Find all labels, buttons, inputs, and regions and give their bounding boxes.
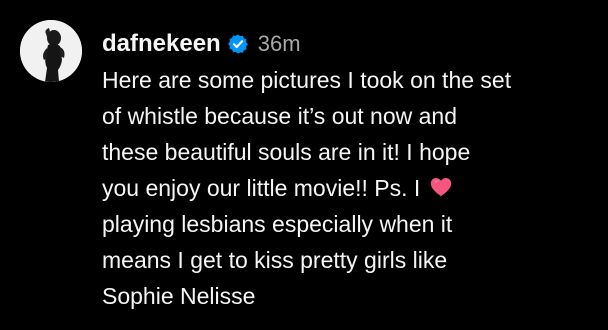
- caption-line: Sophie Nelisse: [102, 283, 256, 309]
- caption-line: these beautiful souls are in it! I hope: [102, 139, 471, 165]
- avatar-photo: [20, 20, 82, 82]
- caption-text: Here are some pictures I took on the set…: [102, 62, 594, 314]
- caption-line: Here are some pictures I took on the set: [102, 67, 512, 93]
- comment-post: dafnekeen 36m Here are some pictures I t…: [20, 20, 600, 320]
- caption-line: playing lesbians especially when it: [102, 211, 453, 237]
- post-header: dafnekeen 36m: [102, 28, 594, 60]
- caption-line: of whistle because it’s out now and: [102, 103, 458, 129]
- verified-badge-icon: [227, 33, 249, 55]
- post-content: dafnekeen 36m Here are some pictures I t…: [102, 28, 594, 314]
- timestamp: 36m: [257, 31, 301, 56]
- pink-heart-icon: [429, 173, 453, 197]
- caption-line-text: you enjoy our little movie!! Ps. I: [102, 175, 427, 201]
- avatar[interactable]: [20, 20, 82, 82]
- caption-line: means I get to kiss pretty girls like: [102, 247, 448, 273]
- caption-line: you enjoy our little movie!! Ps. I: [102, 170, 594, 206]
- username[interactable]: dafnekeen: [102, 30, 221, 58]
